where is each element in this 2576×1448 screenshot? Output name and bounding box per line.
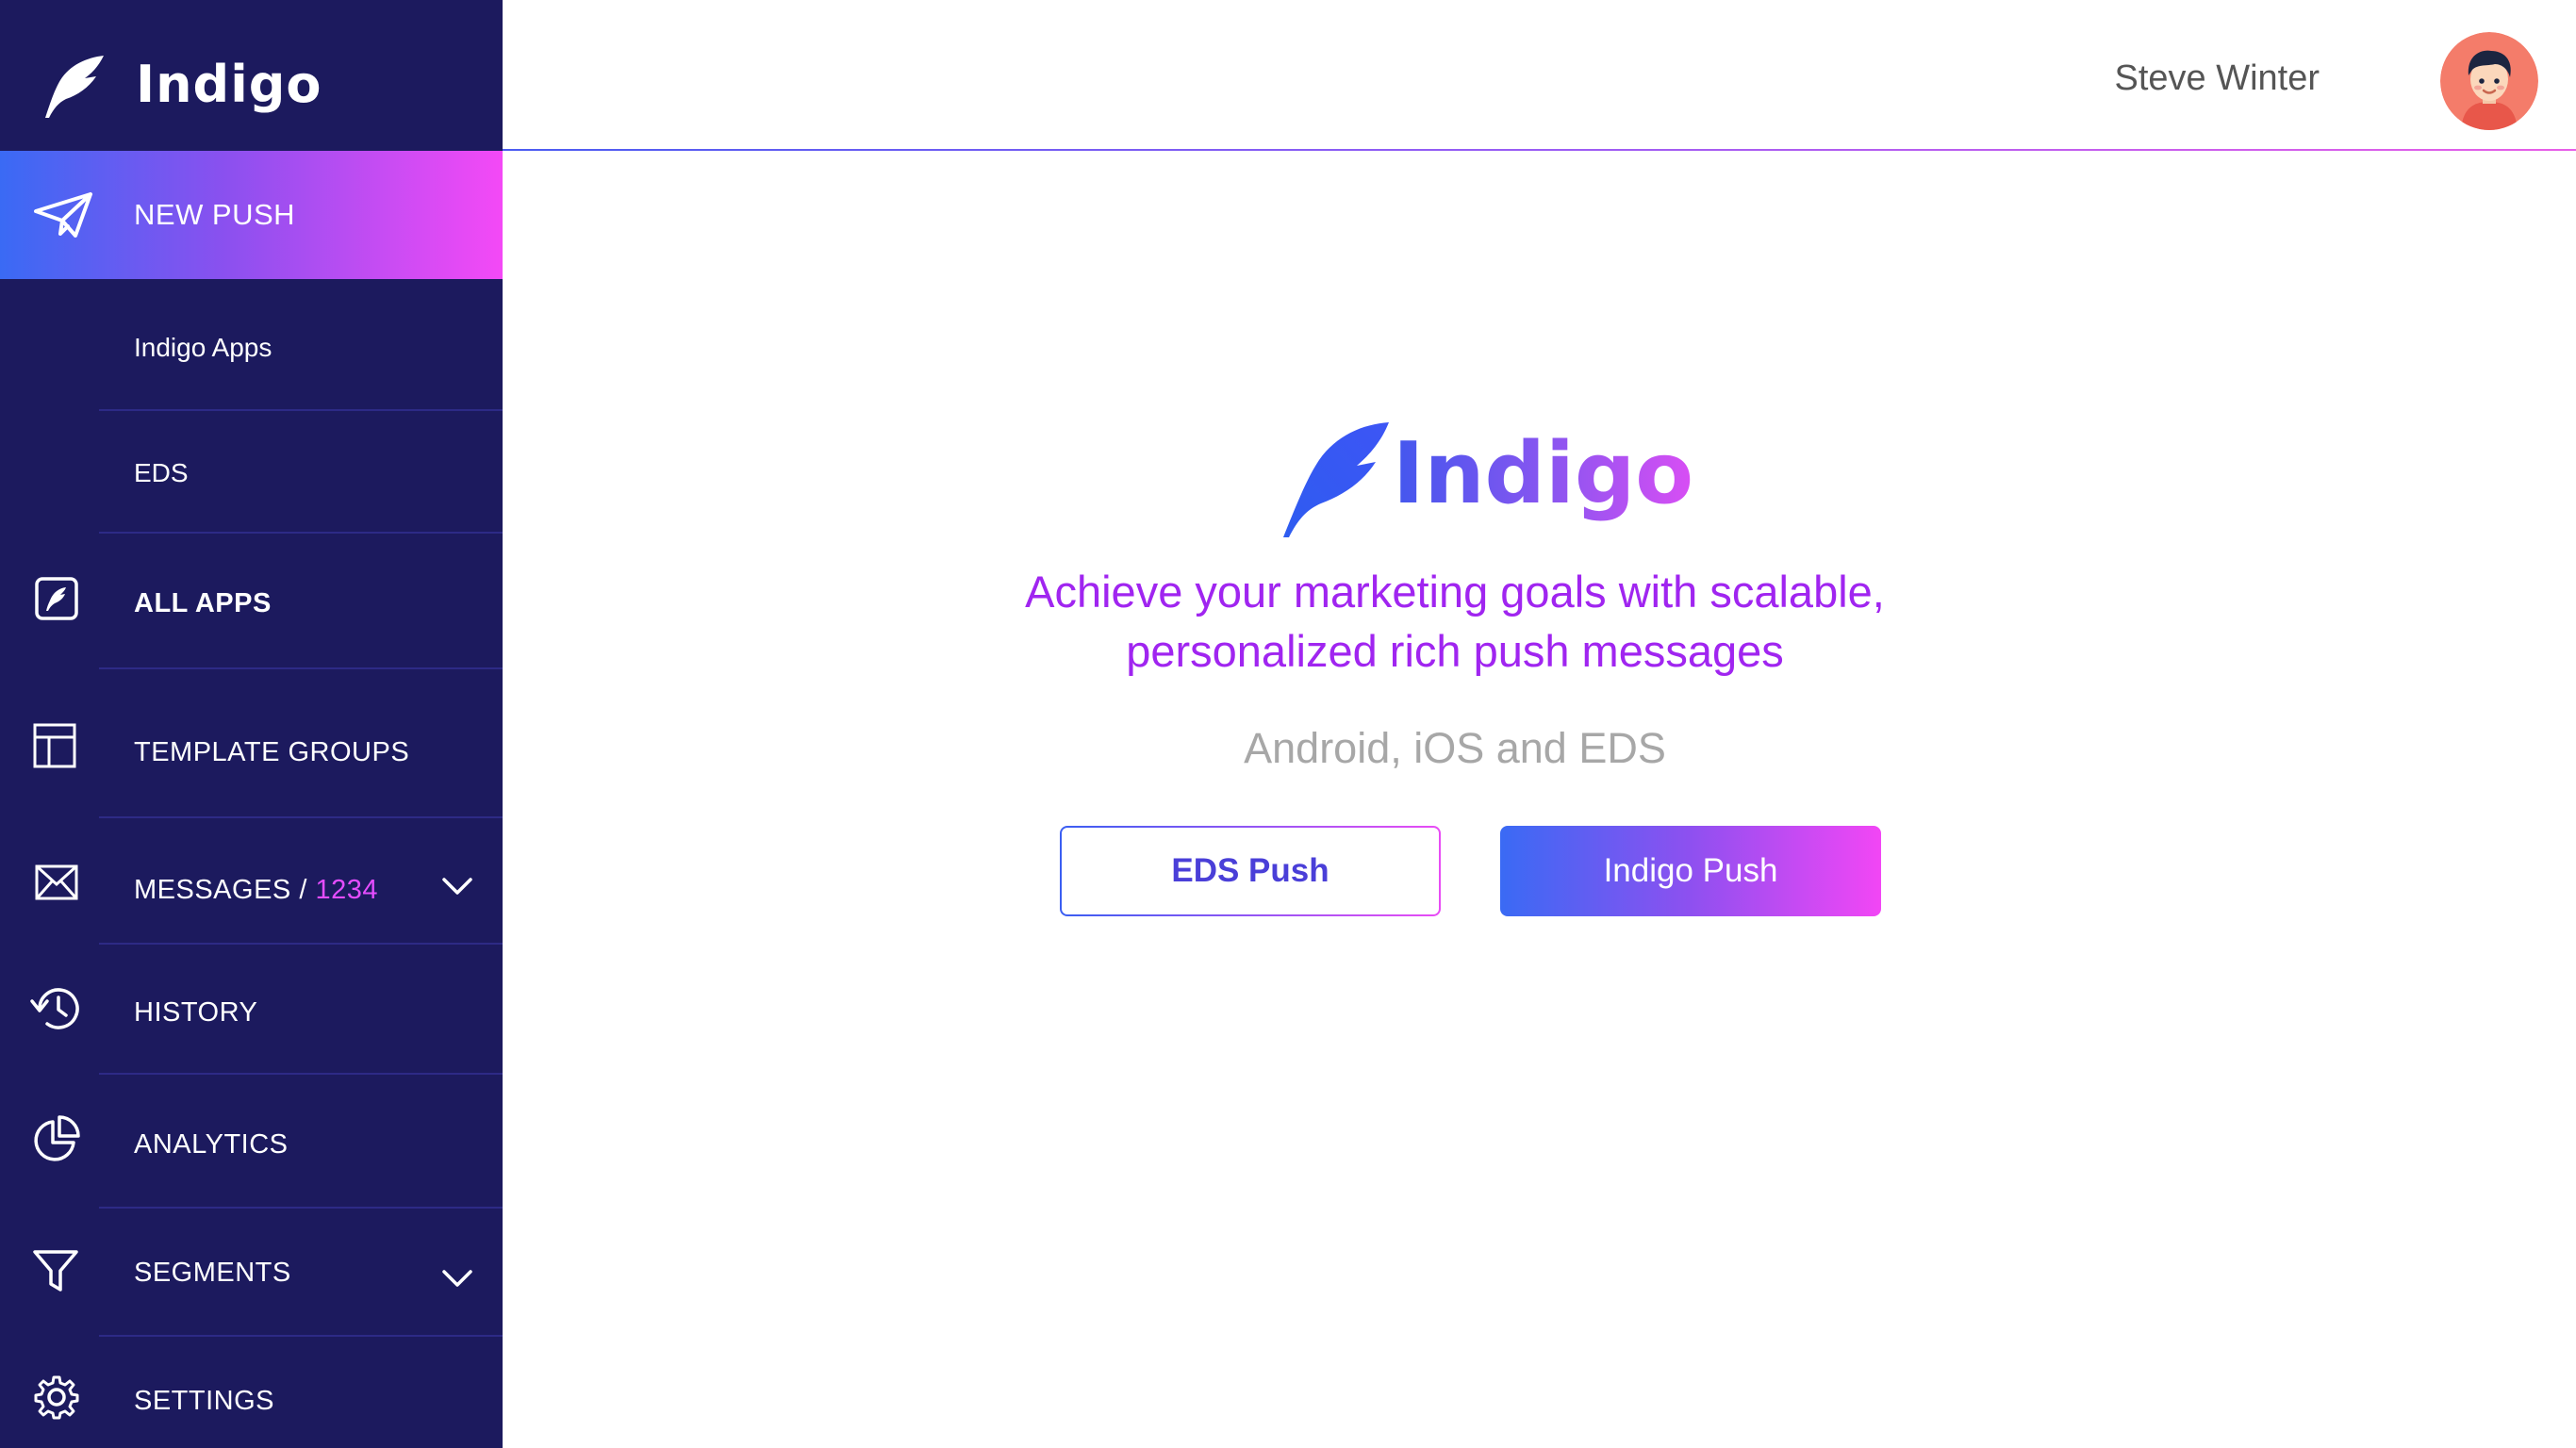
sidebar-item-label: HISTORY bbox=[134, 997, 258, 1028]
top-bar: Steve Winter bbox=[503, 0, 2576, 151]
sidebar-item-label: ANALYTICS bbox=[134, 1129, 289, 1160]
messages-label: MESSAGES / bbox=[134, 875, 307, 905]
feather-logo-icon bbox=[45, 56, 104, 118]
sidebar-item-label: EDS bbox=[134, 458, 189, 487]
messages-count-badge: 1234 bbox=[315, 875, 378, 905]
sidebar-item-label: SETTINGS bbox=[134, 1386, 275, 1416]
brand-name: Indigo bbox=[136, 55, 322, 114]
gear-icon bbox=[34, 1375, 79, 1420]
sidebar-item-label: ALL APPS bbox=[134, 588, 272, 618]
chevron-down-icon[interactable] bbox=[440, 869, 474, 903]
eds-push-button[interactable]: EDS Push bbox=[1060, 826, 1441, 916]
hero-tagline-line-1: Achieve your marketing goals with scalab… bbox=[1025, 567, 1885, 617]
sidebar-item-new-push[interactable]: NEW PUSH bbox=[0, 151, 503, 279]
sidebar-item-label: Indigo Apps bbox=[134, 333, 272, 362]
paper-plane-icon bbox=[34, 192, 92, 238]
sidebar-item-label: NEW PUSH bbox=[134, 198, 296, 231]
sidebar-item-label: SEGMENTS bbox=[134, 1258, 291, 1288]
brand: Indigo bbox=[0, 0, 503, 151]
user-name[interactable]: Steve Winter bbox=[2114, 58, 2320, 99]
feather-logo-icon bbox=[1283, 422, 1389, 537]
sidebar-item-all-apps[interactable]: ALL APPS bbox=[0, 534, 503, 669]
sidebar-item-settings[interactable]: SETTINGS bbox=[0, 1337, 503, 1448]
sidebar-item-analytics[interactable]: ANALYTICS bbox=[0, 1075, 503, 1209]
hero-title: Indigo bbox=[1393, 424, 1694, 523]
hero-tagline-line-2: personalized rich push messages bbox=[1126, 626, 1784, 676]
sidebar-item-label: MESSAGES / 1234 bbox=[134, 875, 378, 906]
avatar-image bbox=[2440, 32, 2538, 130]
history-icon bbox=[30, 988, 79, 1029]
pie-chart-icon bbox=[34, 1115, 80, 1161]
sidebar-item-segments[interactable]: SEGMENTS bbox=[0, 1209, 503, 1337]
chevron-down-icon[interactable] bbox=[440, 1261, 474, 1295]
sidebar-item-label: TEMPLATE GROUPS bbox=[134, 737, 410, 767]
avatar[interactable] bbox=[2440, 32, 2538, 130]
sidebar-item-history[interactable]: HISTORY bbox=[0, 945, 503, 1075]
layout-icon bbox=[33, 723, 76, 768]
envelope-icon bbox=[35, 864, 78, 900]
hero-tagline: Achieve your marketing goals with scalab… bbox=[503, 562, 2407, 681]
main-content: Indigo Achieve your marketing goals with… bbox=[503, 151, 2576, 1448]
sidebar-item-template-groups[interactable]: TEMPLATE GROUPS bbox=[0, 669, 503, 818]
sidebar-item-messages[interactable]: MESSAGES / 1234 bbox=[0, 818, 503, 945]
filter-icon bbox=[33, 1250, 78, 1292]
sidebar: Indigo NEW PUSH Indigo Apps EDS ALL APPS… bbox=[0, 0, 503, 1448]
sidebar-subitem-indigo-apps[interactable]: Indigo Apps bbox=[0, 279, 503, 411]
feather-box-icon bbox=[35, 577, 78, 620]
indigo-push-button[interactable]: Indigo Push bbox=[1500, 826, 1881, 916]
sidebar-subitem-eds[interactable]: EDS bbox=[0, 411, 503, 534]
hero-platforms: Android, iOS and EDS bbox=[1244, 724, 1666, 772]
